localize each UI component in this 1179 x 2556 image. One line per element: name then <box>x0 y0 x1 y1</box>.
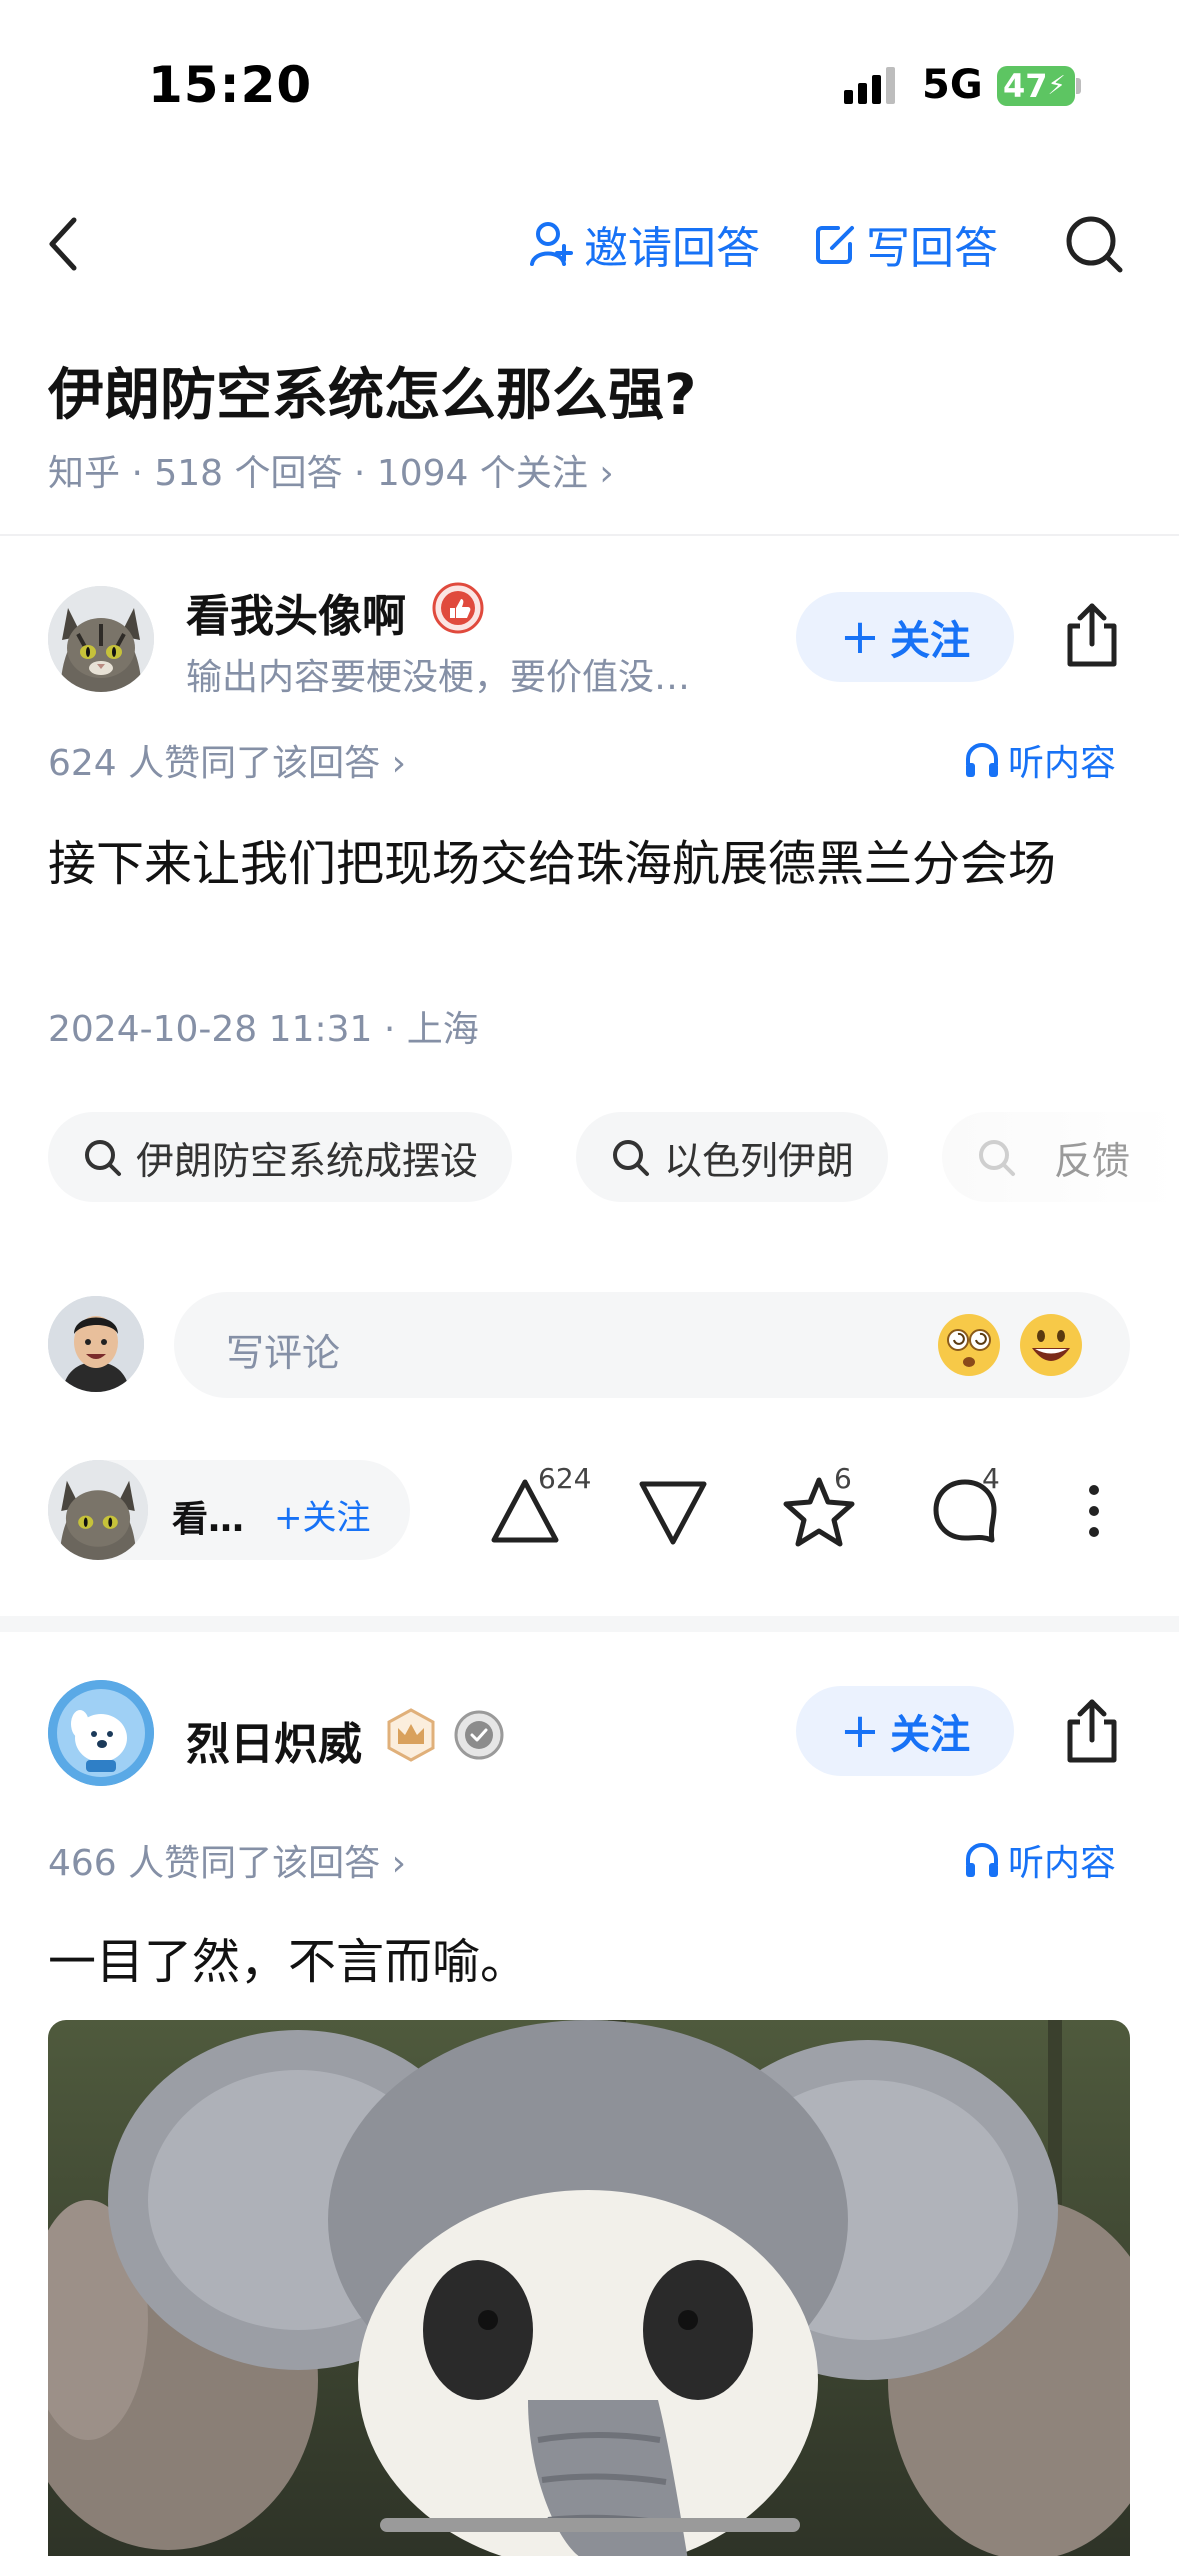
question-title[interactable]: 伊朗防空系统怎么那么强? <box>48 350 696 431</box>
divider <box>0 534 1179 536</box>
answer-content[interactable]: 一目了然，不言而喻。 <box>48 1922 528 1992</box>
battery-icon: 47 ⚡ <box>997 66 1075 106</box>
invite-user-icon <box>530 222 573 266</box>
home-indicator <box>380 2518 800 2532</box>
write-answer-label: 写回答 <box>866 223 998 274</box>
dog-avatar-image <box>48 1680 154 1786</box>
listen-label: 听内容 <box>1008 1843 1117 1884</box>
battery-cap <box>1076 78 1081 94</box>
author-name[interactable]: 烈日炽威 <box>186 1708 362 1772</box>
cat-avatar-image <box>48 586 154 692</box>
follow-label: 关注 <box>890 618 971 664</box>
invite-answer-label: 邀请回答 <box>584 223 760 274</box>
status-bar: 15:20 5G 47 ⚡ <box>0 0 1179 170</box>
agree-count[interactable]: 466 人赞同了该回答 › <box>48 1834 406 1886</box>
back-arrow-icon[interactable] <box>44 214 84 274</box>
comment-placeholder: 写评论 <box>226 1331 341 1375</box>
search-icon[interactable] <box>1062 212 1126 276</box>
related-search-chip[interactable]: 以色列伊朗 <box>576 1112 889 1202</box>
signal-icon <box>844 67 895 104</box>
section-divider <box>0 1616 1179 1632</box>
avatar[interactable] <box>48 1680 154 1786</box>
related-search-label: 伊朗防空系统成摆设 <box>136 1138 479 1183</box>
plus-icon: + <box>839 609 881 665</box>
panda-elephant-image <box>48 2020 1130 2556</box>
related-search-label: 以色列伊朗 <box>664 1138 855 1183</box>
author-avatar-small <box>48 1460 148 1560</box>
comment-input[interactable]: 写评论 <box>174 1292 1130 1398</box>
comment-count: 4 <box>982 1462 1000 1495</box>
feedback-label: 反馈 <box>1054 1138 1131 1183</box>
verified-badge-icon <box>454 1710 504 1760</box>
related-search-chip[interactable]: 伊朗防空系统成摆设 <box>48 1112 513 1202</box>
share-icon[interactable] <box>1060 600 1124 670</box>
listen-button[interactable]: 听内容 <box>964 734 1116 786</box>
listen-label: 听内容 <box>1008 743 1117 784</box>
edit-icon <box>816 226 854 264</box>
bottom-author-name: 看… <box>172 1499 245 1540</box>
upvote-count: 624 <box>538 1462 592 1495</box>
follow-button[interactable]: + 关注 <box>796 1686 1014 1776</box>
agree-count[interactable]: 624 人赞同了该回答 › <box>48 734 406 786</box>
avatar[interactable] <box>48 586 154 692</box>
headphone-icon <box>966 1843 998 1877</box>
feedback-chip[interactable]: 反馈 <box>942 1112 1179 1202</box>
share-icon[interactable] <box>1060 1696 1124 1766</box>
answer-image[interactable] <box>48 2020 1130 2556</box>
charging-icon: ⚡ <box>1047 71 1066 101</box>
invite-answer-button[interactable]: 邀请回答 <box>530 214 760 274</box>
bottom-follow-button[interactable]: +关注 <box>274 1490 371 1539</box>
search-icon <box>979 1140 1015 1176</box>
battery-level: 47 <box>1003 67 1048 105</box>
status-time: 15:20 <box>148 56 313 114</box>
answer-content[interactable]: 接下来让我们把现场交给珠海航展德黑兰分会场 <box>48 824 1056 894</box>
follow-button[interactable]: + 关注 <box>796 592 1014 682</box>
bottom-author-pill[interactable]: 看… +关注 <box>48 1460 410 1560</box>
like-badge-icon <box>432 582 484 634</box>
listen-button[interactable]: 听内容 <box>964 1834 1116 1886</box>
author-name[interactable]: 看我头像啊 <box>186 580 406 644</box>
my-avatar[interactable] <box>48 1296 144 1392</box>
plus-icon: + <box>839 1703 881 1759</box>
follow-label: 关注 <box>890 1712 971 1758</box>
crown-badge-icon <box>387 1708 435 1762</box>
favorite-count: 6 <box>834 1462 852 1495</box>
answer-date: 2024-10-28 11:31 · 上海 <box>48 1009 479 1050</box>
author-bio: 输出内容要梗没梗，要价值没… <box>186 657 691 698</box>
dizzy-emoji-icon[interactable] <box>936 1312 1002 1378</box>
search-icon <box>85 1140 121 1176</box>
user-avatar-image <box>48 1296 144 1392</box>
search-icon <box>613 1140 649 1176</box>
question-meta[interactable]: 知乎 · 518 个回答 · 1094 个关注 › <box>48 444 614 496</box>
downvote-icon[interactable] <box>636 1474 710 1548</box>
write-answer-button[interactable]: 写回答 <box>814 214 998 274</box>
cat-avatar-image <box>48 1460 148 1560</box>
network-label: 5G <box>922 62 983 108</box>
headphone-icon <box>966 743 998 777</box>
more-options-icon[interactable] <box>1074 1474 1114 1548</box>
smile-emoji-icon[interactable] <box>1018 1312 1084 1378</box>
